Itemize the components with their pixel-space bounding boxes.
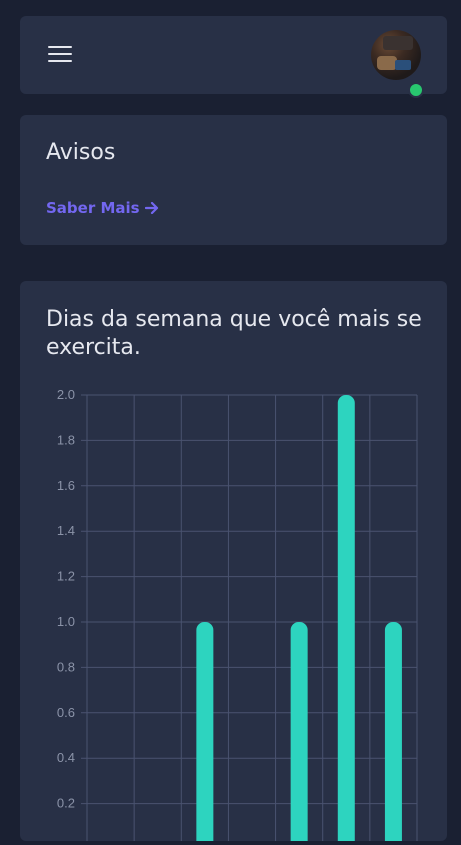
y-tick-label: 2.0 — [57, 387, 75, 402]
y-tick-label: 1.2 — [57, 569, 75, 584]
y-tick-label: 0.2 — [57, 796, 75, 811]
top-navbar — [20, 16, 447, 98]
bar-chart: 2.0 1.8 1.6 1.4 1.2 1.0 0.8 0.6 0.4 0.2 — [57, 387, 418, 845]
bar — [337, 395, 355, 845]
hamburger-icon[interactable] — [48, 44, 72, 64]
y-tick-label: 1.4 — [57, 523, 75, 538]
bar — [384, 622, 402, 845]
bar — [290, 622, 308, 845]
avisos-card: Avisos Saber Mais — [20, 115, 447, 245]
chart-title: Dias da semana que você mais se exercita… — [46, 307, 422, 360]
avisos-title: Avisos — [46, 140, 116, 165]
arrow-right-icon — [144, 201, 158, 215]
online-status-icon — [408, 82, 424, 98]
y-tick-label: 1.0 — [57, 614, 75, 629]
y-tick-label: 0.6 — [57, 705, 75, 720]
y-tick-label: 0.4 — [57, 750, 75, 765]
exercise-chart-card: Dias da semana que você mais se exercita… — [20, 281, 447, 845]
avatar[interactable] — [371, 30, 421, 80]
saber-mais-link[interactable]: Saber Mais — [46, 199, 159, 217]
bar — [196, 622, 214, 845]
y-tick-label: 1.8 — [57, 432, 75, 447]
saber-mais-label: Saber Mais — [46, 199, 140, 217]
y-tick-label: 1.6 — [57, 478, 75, 493]
y-tick-label: 0.8 — [57, 659, 75, 674]
